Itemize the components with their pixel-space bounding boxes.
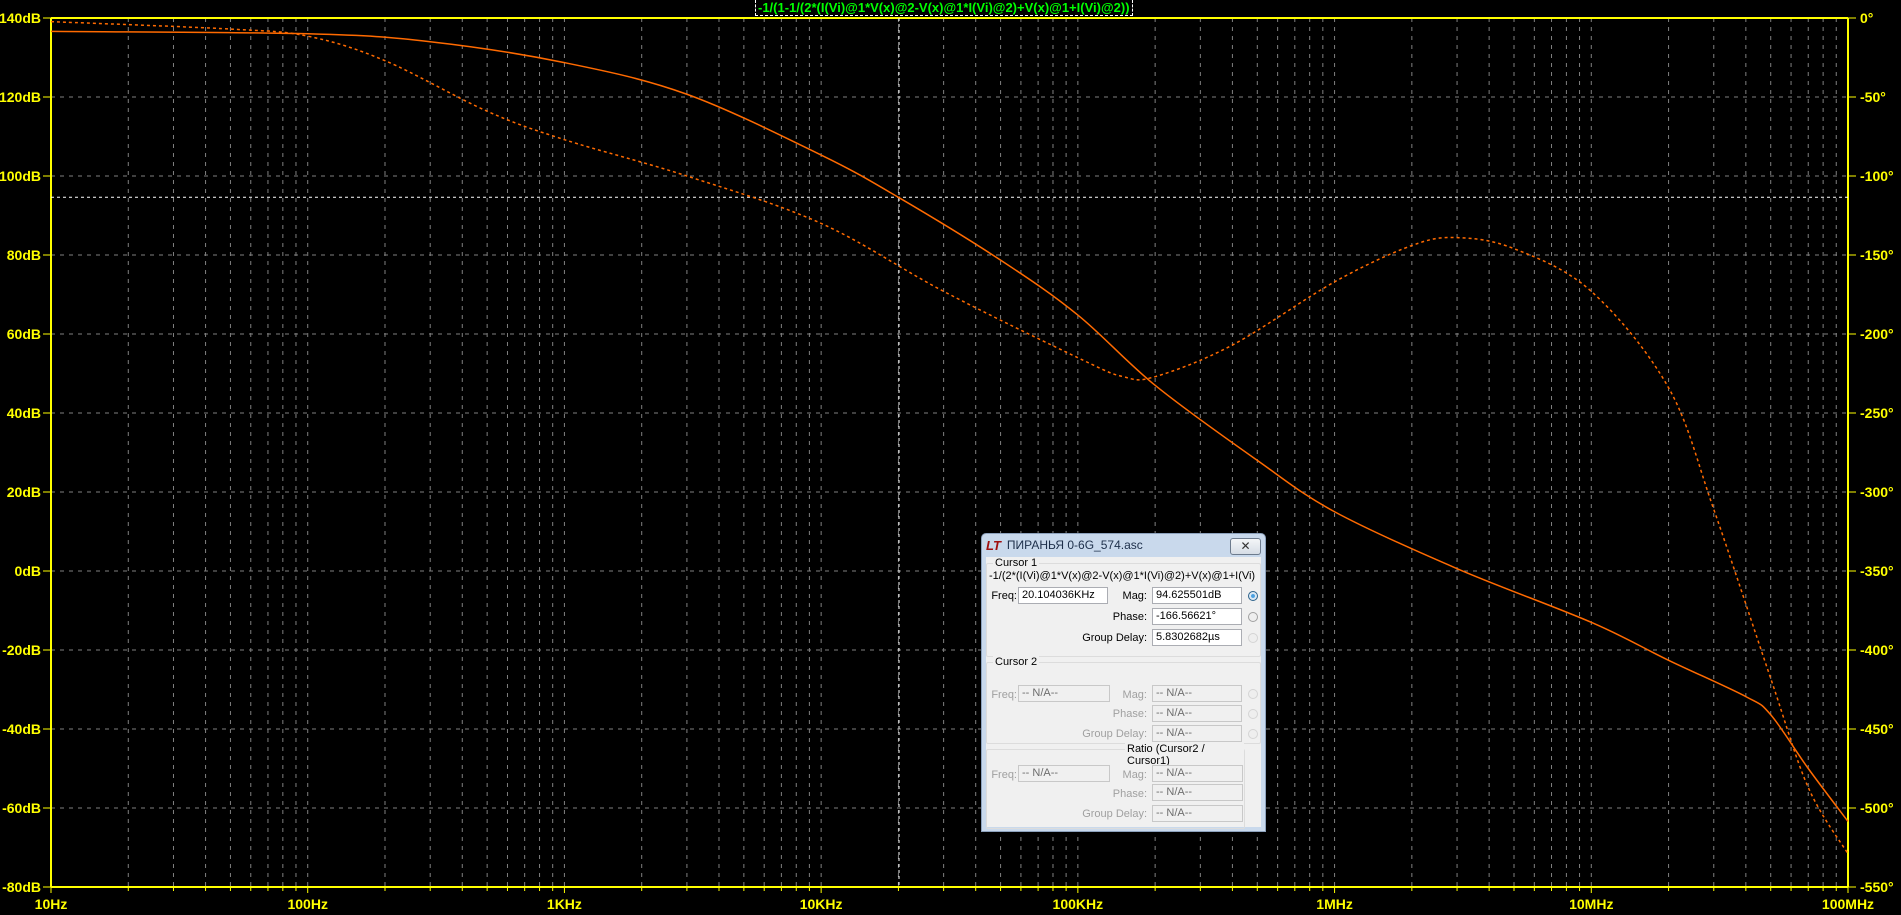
right-tick-label: -300° [1860, 484, 1894, 500]
x-tick-label: 1MHz [1316, 896, 1353, 912]
group-delay-label: Group Delay: [1082, 632, 1147, 644]
left-tick-label: 100dB [0, 168, 41, 184]
cursor1-phase-field[interactable]: -166.56621° [1152, 608, 1242, 625]
x-tick-label: 10MHz [1569, 896, 1613, 912]
bode-plot[interactable]: 140dB 120dB 100dB 80dB 60dB 40dB 20dB 0dB -20dB -… [0, 0, 1901, 915]
phase-radio[interactable] [1248, 612, 1258, 622]
right-tick-label: -350° [1860, 563, 1894, 579]
left-tick-label: -20dB [2, 642, 41, 658]
x-tick-label: 100KHz [1053, 896, 1104, 912]
left-tick-label: -40dB [2, 721, 41, 737]
cursor2-group: Cursor 2 Freq: -- N/A-- Mag: -- N/A-- Ph… [986, 656, 1261, 744]
left-tick-label: 140dB [0, 10, 41, 26]
trace-expression-title[interactable]: -1/(1-1/(2*(I(Vi)@1*V(x)@2-V(x)@1*I(Vi)@… [755, 0, 1133, 16]
left-tick-label: -80dB [2, 879, 41, 895]
right-tick-label: 0° [1860, 10, 1873, 26]
ratio-phase-field: -- N/A-- [1152, 784, 1243, 801]
left-tick-label: 120dB [0, 89, 41, 105]
magnitude-trace [50, 30, 1849, 822]
ratio-mag-field: -- N/A-- [1152, 765, 1243, 782]
left-tick-label: 0dB [15, 563, 41, 579]
freq-label: Freq: [991, 769, 1017, 781]
right-tick-label: -250° [1860, 405, 1894, 421]
left-tick-label: 20dB [7, 484, 41, 500]
freq-label: Freq: [991, 590, 1017, 602]
cursor1-group: Cursor 1 -1/(2*(I(Vi)@1*V(x)@2-V(x)@1*I(… [986, 557, 1261, 657]
cursor2-label: Cursor 2 [993, 656, 1040, 668]
cursor2-mag-field: -- N/A-- [1152, 685, 1242, 702]
ratio-group-delay-field: -- N/A-- [1152, 805, 1243, 822]
right-tick-label: -450° [1860, 721, 1894, 737]
phase-trace [50, 20, 1849, 855]
right-tick-label: -400° [1860, 642, 1894, 658]
ratio-group: Ratio (Cursor2 / Cursor1) Freq: -- N/A--… [986, 743, 1245, 829]
x-tick-label: 10Hz [35, 896, 68, 912]
cursor1-group-delay-field[interactable]: 5.8302682µs [1152, 629, 1242, 646]
phase-label: Phase: [1112, 788, 1147, 800]
left-tick-label: -60dB [2, 800, 41, 816]
left-tick-label: 80dB [7, 247, 41, 263]
right-tick-label: -500° [1860, 800, 1894, 816]
right-tick-label: -550° [1860, 879, 1894, 895]
mag-radio[interactable] [1248, 591, 1258, 601]
cursor1-label: Cursor 1 [993, 557, 1040, 569]
cursor-dialog: LT ПИРАНЬЯ 0-6G_574.asc ✕ Cursor 1 -1/(2… [981, 533, 1266, 832]
mag-label: Mag: [1122, 769, 1147, 781]
group-delay-radio[interactable] [1248, 633, 1258, 643]
right-tick-label: -150° [1860, 247, 1894, 263]
mag-label: Mag: [1122, 590, 1147, 602]
cursor2-group-delay-radio [1248, 729, 1258, 739]
close-button[interactable]: ✕ [1230, 538, 1261, 555]
cursor1-expression: -1/(2*(I(Vi)@1*V(x)@2-V(x)@1*I(Vi)@2)+V(… [989, 570, 1256, 582]
dialog-titlebar[interactable]: LT ПИРАНЬЯ 0-6G_574.asc [982, 534, 1265, 556]
cursor1-mag-field[interactable]: 94.625501dB [1152, 587, 1242, 604]
x-tick-label: 100Hz [287, 896, 327, 912]
phase-label: Phase: [1112, 708, 1147, 720]
x-tick-label: 100MHz [1822, 896, 1874, 912]
right-tick-label: -200° [1860, 326, 1894, 342]
freq-label: Freq: [991, 689, 1017, 701]
dialog-title: ПИРАНЬЯ 0-6G_574.asc [1006, 538, 1143, 552]
left-tick-label: 60dB [7, 326, 41, 342]
cursor2-mag-radio [1248, 689, 1258, 699]
left-tick-label: 40dB [7, 405, 41, 421]
cursor2-phase-field: -- N/A-- [1152, 705, 1242, 722]
x-tick-label: 1KHz [547, 896, 582, 912]
group-delay-label: Group Delay: [1082, 808, 1147, 820]
mag-label: Mag: [1122, 689, 1147, 701]
cursor2-phase-radio [1248, 709, 1258, 719]
cursor2-group-delay-field: -- N/A-- [1152, 725, 1242, 742]
ltspice-logo-icon: LT [986, 537, 1001, 553]
right-tick-label: -100° [1860, 168, 1894, 184]
group-delay-label: Group Delay: [1082, 728, 1147, 740]
right-tick-label: -50° [1860, 89, 1886, 105]
phase-label: Phase: [1112, 611, 1147, 623]
ratio-label: Ratio (Cursor2 / Cursor1) [1125, 743, 1244, 767]
x-tick-label: 10KHz [800, 896, 843, 912]
